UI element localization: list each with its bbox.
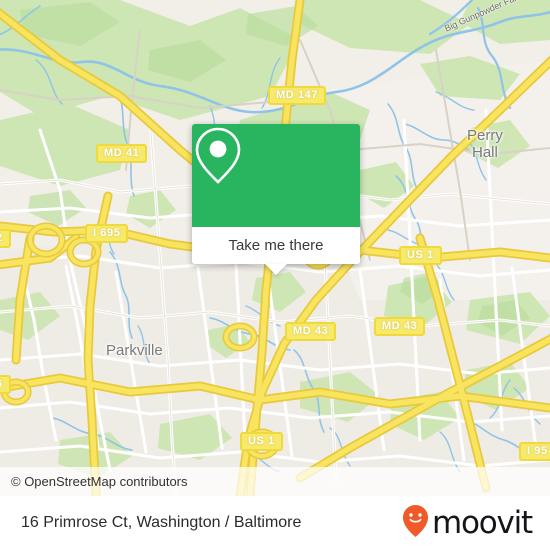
highway-shield-md-41[interactable]: MD 41 xyxy=(96,144,148,163)
map-canvas[interactable]: Big Gunpowder Falls MD 147 MD 41 I 695 2… xyxy=(0,0,550,496)
highway-shield-left-edge-6[interactable]: 6 xyxy=(0,375,11,394)
moovit-wordmark: moovit xyxy=(431,504,533,541)
place-label-perry-hall: Perry Hall xyxy=(467,127,503,161)
location-popup-card[interactable]: Take me there xyxy=(192,124,360,275)
moovit-map-page: Big Gunpowder Falls MD 147 MD 41 I 695 2… xyxy=(0,0,550,550)
moovit-smiley-pin-icon xyxy=(402,504,429,543)
popup-header xyxy=(192,124,360,227)
highway-shield-i-95[interactable]: I 95 xyxy=(519,442,550,461)
attribution-text: © OpenStreetMap contributors xyxy=(11,474,188,489)
highway-shield-us-1-upper[interactable]: US 1 xyxy=(399,246,442,265)
highway-shield-md-43-west[interactable]: MD 43 xyxy=(285,322,337,341)
moovit-brand-logo[interactable]: moovit xyxy=(402,504,533,543)
highway-shield-i-695[interactable]: I 695 xyxy=(85,224,129,243)
popup-tail-pointer xyxy=(265,264,287,275)
map-attribution-bar: © OpenStreetMap contributors xyxy=(0,467,550,496)
highway-shield-left-edge-2[interactable]: 2 xyxy=(0,229,11,248)
highway-shield-md-147[interactable]: MD 147 xyxy=(268,86,327,105)
highway-shield-md-43-east[interactable]: MD 43 xyxy=(374,317,426,336)
page-footer: 16 Primrose Ct, Washington / Baltimore m… xyxy=(0,496,550,550)
highway-shield-us-1-lower[interactable]: US 1 xyxy=(240,432,283,451)
place-label-line-1: Perry xyxy=(467,127,503,144)
place-label-parkville: Parkville xyxy=(106,342,163,359)
address-title: 16 Primrose Ct, Washington / Baltimore xyxy=(21,514,302,531)
take-me-there-label: Take me there xyxy=(228,237,324,254)
take-me-there-button[interactable]: Take me there xyxy=(192,227,360,264)
place-label-line-2: Hall xyxy=(472,144,498,161)
